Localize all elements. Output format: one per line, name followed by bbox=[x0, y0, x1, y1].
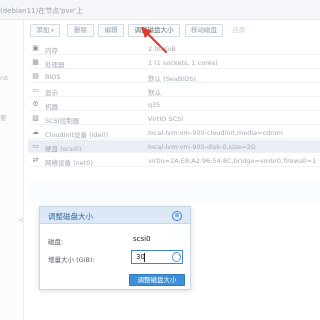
hardware-row-hard-disk[interactable]: ▭ 硬盘 (scsi0) local-lvm:vm-900-disk-0,siz… bbox=[28, 140, 320, 153]
hardware-row-network[interactable]: ⇄ 网络设备 (net0) virtio=2A:E8:A2:96:54:8C,b… bbox=[28, 154, 320, 167]
hardware-row-name: 显示 bbox=[45, 89, 58, 97]
scsi-controller-icon: ▧ bbox=[32, 114, 39, 122]
window-header: (debian11)在节点'pve'上 bbox=[0, 0, 320, 20]
hardware-row-name: 硬盘 (scsi0) bbox=[45, 145, 82, 153]
hardware-row-name: SCSI控制器 bbox=[45, 117, 80, 125]
hardware-row-value: 2.00 GiB bbox=[148, 45, 176, 53]
revert-button-label: 还原 bbox=[232, 26, 246, 34]
add-button[interactable]: 添加 ▾ bbox=[30, 24, 60, 37]
hard-disk-icon: ▭ bbox=[32, 142, 39, 150]
size-increment-label: 增量大小 (GiB): bbox=[48, 256, 95, 264]
hardware-row-scsi-controller[interactable]: ▧ SCSI控制器 VirtIO SCSI bbox=[28, 112, 320, 125]
disk-value: scsi0 bbox=[133, 235, 151, 243]
machine-gear-icon: ⚙ bbox=[32, 100, 39, 108]
hardware-row-bios[interactable]: ▤ BIOS 默认 (SeaBIOS) bbox=[28, 70, 320, 83]
bios-icon: ▤ bbox=[32, 72, 39, 80]
text-cursor bbox=[144, 253, 145, 262]
resize-disk-button[interactable]: 调整磁盘大小 bbox=[128, 24, 180, 37]
hardware-row-value: local-lvm:vm-900-disk-0,size=2G bbox=[148, 143, 256, 151]
display-icon: ▭ bbox=[32, 86, 39, 94]
submit-button-label: 调整磁盘大小 bbox=[137, 276, 177, 284]
dropdown-caret-icon: ▾ bbox=[51, 28, 54, 34]
hardware-row-value: 默认 bbox=[148, 89, 161, 97]
hardware-row-value: 默认 (SeaBIOS) bbox=[148, 75, 196, 83]
hardware-row-cloudinit[interactable]: ☁ CloudInit设备 (ide0) local-lvm:vm-900-cl… bbox=[28, 126, 320, 139]
hardware-row-value: q35 bbox=[148, 101, 161, 109]
left-navigation: nit 要 < bbox=[0, 20, 24, 320]
nav-label-summary[interactable]: 要 bbox=[0, 112, 7, 122]
edit-button[interactable]: 编辑 bbox=[98, 24, 124, 37]
disk-label: 磁盘: bbox=[48, 238, 64, 246]
hardware-row-name: 网络设备 (net0) bbox=[45, 159, 93, 167]
hardware-row-value: local-lvm:vm-900-cloudinit,media=cdrom bbox=[148, 129, 284, 137]
empty-table-area bbox=[28, 182, 320, 202]
network-icon: ⇄ bbox=[32, 156, 39, 164]
remove-button[interactable]: 删除 bbox=[67, 24, 94, 37]
dialog-title: 调整磁盘大小 bbox=[48, 212, 93, 221]
add-button-label: 添加 bbox=[36, 26, 50, 34]
hardware-row-name: CloudInit设备 (ide0) bbox=[45, 131, 109, 139]
collapse-chevron-icon[interactable]: < bbox=[18, 216, 24, 224]
hardware-row-value: virtio=2A:E8:A2:96:54:8C,bridge=vmbr0,fi… bbox=[148, 157, 317, 165]
revert-button[interactable]: 还原 bbox=[228, 24, 250, 37]
cloud-icon: ☁ bbox=[32, 128, 39, 136]
hardware-row-machine[interactable]: ⚙ 机器 q35 bbox=[28, 98, 320, 111]
spinner-arrows-icon[interactable]: ⌃⌄ bbox=[172, 252, 181, 262]
move-disk-button[interactable]: 移动磁盘 bbox=[185, 24, 223, 37]
page-title: (debian11)在节点'pve'上 bbox=[0, 7, 83, 15]
nav-label-cloudinit[interactable]: nit bbox=[0, 74, 8, 82]
hardware-row-display[interactable]: ▭ 显示 默认 bbox=[28, 84, 320, 97]
remove-button-label: 删除 bbox=[74, 26, 87, 34]
close-icon[interactable]: ⊗ bbox=[172, 211, 182, 221]
move-disk-button-label: 移动磁盘 bbox=[191, 26, 217, 34]
memory-icon: ▣ bbox=[32, 44, 39, 52]
resize-disk-submit-button[interactable]: 调整磁盘大小 bbox=[129, 274, 185, 286]
hardware-row-name: 机器 bbox=[45, 103, 58, 111]
hardware-row-name: BIOS bbox=[45, 73, 61, 81]
resize-disk-button-label: 调整磁盘大小 bbox=[134, 26, 174, 34]
hardware-row-processor[interactable]: ▦ 处理器 1 (1 sockets, 1 cores) bbox=[28, 56, 320, 69]
hardware-row-name: 内存 bbox=[45, 47, 58, 55]
hardware-row-value: 1 (1 sockets, 1 cores) bbox=[148, 59, 218, 67]
size-increment-field[interactable]: 30 ⌃⌄ bbox=[131, 250, 183, 264]
edit-button-label: 编辑 bbox=[104, 26, 118, 34]
resize-disk-dialog: 调整磁盘大小 ⊗ 磁盘: scsi0 增量大小 (GiB): 30 ⌃⌄ 调整磁… bbox=[39, 206, 191, 290]
processor-icon: ▦ bbox=[32, 58, 39, 66]
hardware-row-memory[interactable]: ▣ 内存 2.00 GiB bbox=[28, 42, 320, 55]
hardware-row-name: 处理器 bbox=[45, 61, 65, 69]
hardware-row-value: VirtIO SCSI bbox=[148, 115, 184, 123]
dialog-header: 调整磁盘大小 ⊗ bbox=[40, 207, 190, 224]
